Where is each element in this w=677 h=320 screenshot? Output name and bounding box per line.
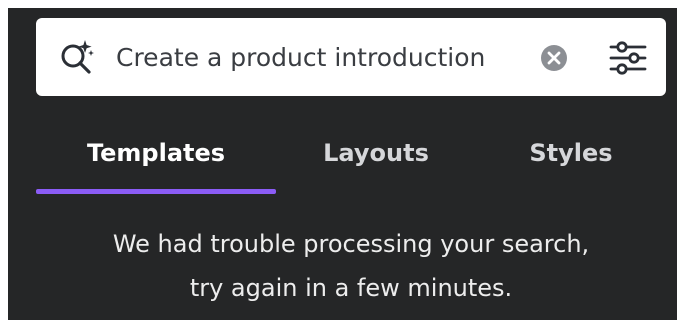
tab-styles[interactable]: Styles	[476, 118, 666, 194]
clear-icon[interactable]	[540, 44, 568, 72]
tab-bar: Templates Layouts Styles	[36, 118, 666, 194]
error-message-line-1: We had trouble processing your search,	[112, 230, 590, 258]
tab-templates[interactable]: Templates	[36, 118, 276, 194]
search-input[interactable]	[116, 38, 516, 76]
search-error-message: We had trouble processing your search, t…	[36, 222, 666, 310]
magic-search-icon	[61, 40, 94, 74]
sliders-icon[interactable]	[608, 38, 648, 78]
error-message-line-2: try again in a few minutes.	[189, 274, 513, 302]
tab-layouts[interactable]: Layouts	[276, 118, 476, 194]
magic-search-panel: Templates Layouts Styles We had trouble …	[8, 8, 677, 320]
search-bar[interactable]	[36, 18, 666, 96]
